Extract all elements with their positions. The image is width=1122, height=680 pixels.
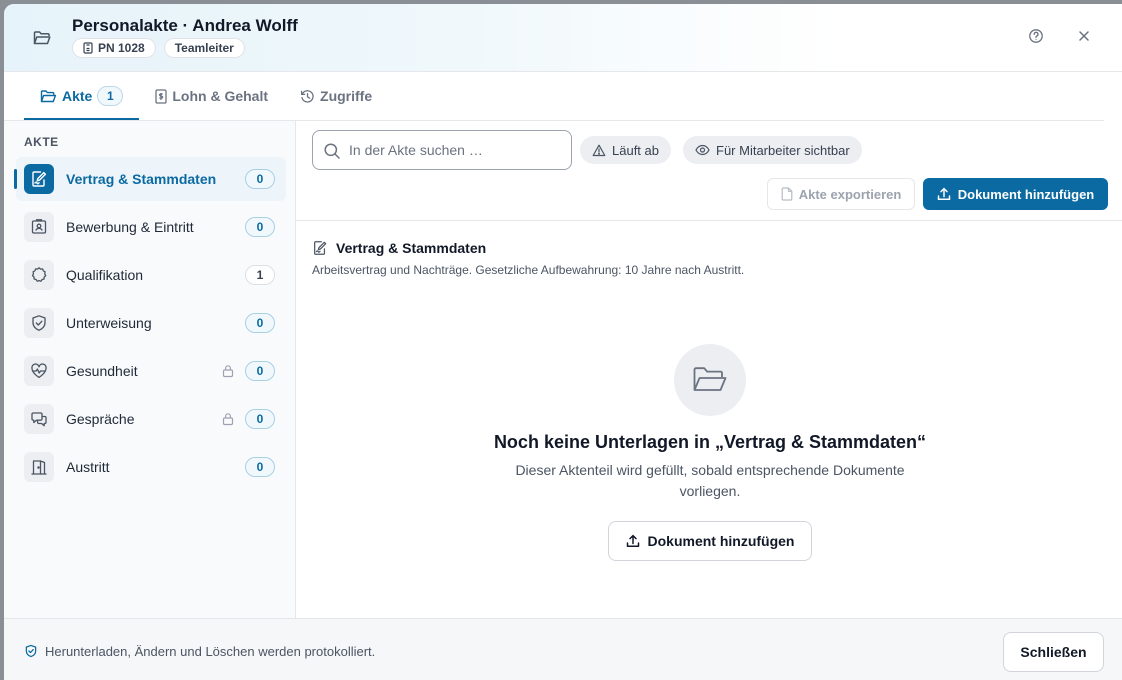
sidebar-list: Vertrag & Stammdaten 0 Bewerbung & Eintr… bbox=[14, 157, 286, 493]
header-chips: PN 1028 Teamleiter bbox=[72, 38, 245, 58]
payslip-icon bbox=[155, 88, 168, 104]
folder-icon bbox=[40, 89, 57, 104]
audit-notice: Herunterladen, Ändern und Löschen werden… bbox=[45, 644, 376, 659]
close-button[interactable]: Schließen bbox=[1003, 632, 1104, 672]
employee-number: PN 1028 bbox=[98, 41, 145, 55]
export-file-label: Akte exportieren bbox=[798, 186, 902, 202]
sidebar-item-label: Unterweisung bbox=[66, 315, 152, 331]
empty-state-text: Dieser Aktenteil wird gefüllt, sobald en… bbox=[515, 462, 905, 499]
sidebar-item-count: 0 bbox=[245, 361, 275, 381]
dialog-header: Personalakte · Andrea Wolff PN 1028 Team… bbox=[4, 4, 1122, 72]
search-icon bbox=[323, 142, 341, 160]
sidebar-item-vertrag-stammdaten[interactable]: Vertrag & Stammdaten 0 bbox=[14, 157, 286, 201]
door-exit-icon bbox=[24, 452, 54, 482]
search-box bbox=[312, 130, 572, 170]
sidebar-item-gespraeche[interactable]: Gespräche 0 bbox=[16, 397, 286, 441]
sidebar-item-count: 0 bbox=[245, 457, 275, 477]
dialog-title: Personalakte · Andrea Wolff bbox=[72, 16, 298, 35]
shield-check-icon bbox=[24, 308, 54, 338]
sidebar-item-label: Austritt bbox=[66, 459, 110, 475]
folder-open-icon bbox=[32, 28, 52, 48]
employee-number-chip: PN 1028 bbox=[72, 38, 156, 58]
sidebar-item-count: 0 bbox=[245, 409, 275, 429]
tab-lohn-gehalt-label: Lohn & Gehalt bbox=[172, 88, 269, 104]
award-badge-icon bbox=[24, 260, 54, 290]
shield-check-icon bbox=[24, 644, 38, 658]
sidebar-item-label: Qualifikation bbox=[66, 267, 144, 283]
sidebar-item-gesundheit[interactable]: Gesundheit 0 bbox=[16, 349, 286, 393]
sidebar-item-count: 0 bbox=[245, 217, 275, 237]
personnel-file-dialog: Personalakte · Andrea Wolff PN 1028 Team… bbox=[4, 4, 1122, 680]
upload-icon bbox=[937, 187, 951, 201]
empty-state-illustration bbox=[674, 344, 746, 416]
sidebar-item-count: 0 bbox=[245, 313, 275, 333]
tab-akte-label: Akte bbox=[62, 88, 93, 104]
filter-employee-visible-button[interactable]: Für Mitarbeiter sichtbar bbox=[683, 136, 862, 164]
upload-icon bbox=[626, 534, 640, 548]
section-description: Arbeitsvertrag und Nachträge. Gesetzlich… bbox=[312, 263, 745, 277]
lock-icon bbox=[222, 364, 234, 378]
tab-lohn-gehalt[interactable]: Lohn & Gehalt bbox=[139, 72, 284, 120]
filter-employee-visible-label: Für Mitarbeiter sichtbar bbox=[716, 142, 850, 158]
document-icon bbox=[781, 187, 793, 201]
employee-role: Teamleiter bbox=[174, 41, 234, 55]
tab-zugriffe-label: Zugriffe bbox=[320, 88, 373, 104]
chat-bubbles-icon bbox=[24, 404, 54, 434]
id-card-icon bbox=[24, 212, 54, 242]
eye-icon bbox=[695, 144, 710, 156]
history-icon bbox=[300, 89, 315, 104]
warning-triangle-icon bbox=[592, 144, 606, 157]
add-document-button[interactable]: Dokument hinzufügen bbox=[923, 178, 1108, 210]
section-title: Vertrag & Stammdaten bbox=[336, 240, 487, 256]
filter-expiring-button[interactable]: Läuft ab bbox=[580, 136, 671, 164]
sidebar-item-unterweisung[interactable]: Unterweisung 0 bbox=[16, 301, 286, 345]
heart-pulse-icon bbox=[24, 356, 54, 386]
close-icon bbox=[1079, 31, 1089, 41]
sidebar-item-label: Gespräche bbox=[66, 411, 135, 427]
sidebar: AKTE Vertrag & Stammdaten 0 Bewerbung & … bbox=[4, 121, 296, 618]
export-file-button[interactable]: Akte exportieren bbox=[767, 178, 915, 210]
tab-zugriffe[interactable]: Zugriffe bbox=[284, 72, 388, 120]
sidebar-item-austritt[interactable]: Austritt 0 bbox=[16, 445, 286, 489]
empty-add-document-button[interactable]: Dokument hinzufügen bbox=[608, 521, 812, 561]
add-document-label: Dokument hinzufügen bbox=[957, 186, 1095, 202]
close-dialog-button[interactable] bbox=[1076, 28, 1092, 44]
content-divider bbox=[296, 220, 1122, 221]
role-chip: Teamleiter bbox=[163, 38, 245, 58]
badge-icon bbox=[83, 42, 93, 54]
empty-add-document-label: Dokument hinzufügen bbox=[647, 533, 795, 549]
empty-state-title: Noch keine Unterlagen in „Vertrag & Stam… bbox=[493, 432, 927, 452]
tab-akte[interactable]: Akte 1 bbox=[24, 72, 140, 120]
sidebar-item-count: 0 bbox=[245, 169, 275, 189]
lock-icon bbox=[222, 412, 234, 426]
sidebar-item-label: Bewerbung & Eintritt bbox=[66, 219, 194, 235]
tab-bar: Akte 1 Lohn & Gehalt Zugriffe bbox=[24, 72, 388, 120]
help-icon bbox=[1029, 29, 1043, 43]
filter-expiring-label: Läuft ab bbox=[612, 142, 659, 158]
sidebar-item-label: Gesundheit bbox=[66, 363, 138, 379]
folder-open-icon bbox=[692, 366, 728, 394]
sidebar-item-bewerbung-eintritt[interactable]: Bewerbung & Eintritt 0 bbox=[16, 205, 286, 249]
sidebar-heading: AKTE bbox=[24, 135, 59, 149]
search-input[interactable] bbox=[349, 139, 564, 161]
sidebar-item-count: 1 bbox=[245, 265, 275, 285]
sidebar-item-qualifikation[interactable]: Qualifikation 1 bbox=[16, 253, 286, 297]
dialog-footer: Herunterladen, Ändern und Löschen werden… bbox=[4, 618, 1122, 680]
contract-signature-icon bbox=[312, 240, 328, 256]
sidebar-item-label: Vertrag & Stammdaten bbox=[66, 171, 217, 187]
contract-signature-icon bbox=[24, 164, 54, 194]
help-button[interactable] bbox=[1028, 28, 1044, 44]
tab-akte-count: 1 bbox=[97, 86, 124, 106]
